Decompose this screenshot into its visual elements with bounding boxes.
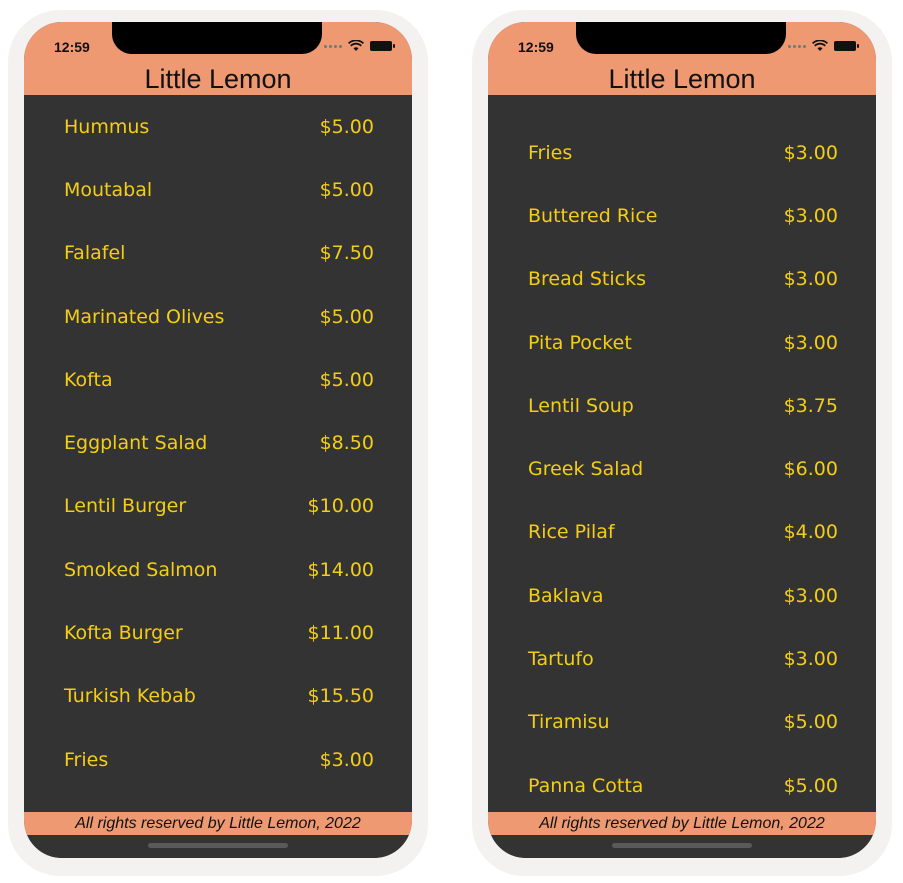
- status-time: 12:59: [518, 39, 554, 55]
- menu-item-row[interactable]: Tiramisu $5.00: [488, 691, 876, 754]
- signal-icon: [324, 44, 342, 48]
- menu-item-price: $10.00: [307, 495, 374, 518]
- menu-item-price: $14.00: [307, 558, 374, 581]
- menu-item-name: Kofta: [64, 368, 113, 391]
- device-notch: [112, 22, 322, 54]
- device-notch: [576, 22, 786, 54]
- menu-item-name: Baklava: [528, 584, 604, 607]
- app-header: 12:59 Little Lemon: [24, 22, 412, 95]
- footer: All rights reserved by Little Lemon, 202…: [488, 812, 876, 835]
- menu-item-name: Moutabal: [64, 178, 153, 201]
- menu-item-name: Eggplant Salad: [64, 432, 208, 455]
- menu-item-name: Turkish Kebab: [64, 685, 196, 708]
- home-area: [24, 835, 412, 858]
- menu-item-price: $3.00: [783, 204, 838, 227]
- menu-item-price: $5.00: [319, 115, 374, 138]
- home-indicator[interactable]: [148, 843, 288, 848]
- menu-item-row[interactable]: Rice Pilaf $4.00: [488, 501, 876, 564]
- menu-item-name: Rice Pilaf: [528, 521, 615, 544]
- menu-item-name: Tartufo: [528, 648, 594, 671]
- menu-item-row[interactable]: Turkish Kebab $15.50: [24, 665, 412, 728]
- menu-item-price: $3.00: [783, 331, 838, 354]
- menu-item-name: Kofta Burger: [64, 622, 183, 645]
- menu-item-row[interactable]: Fries $3.00: [488, 121, 876, 184]
- menu-item-name: Bread Sticks: [528, 268, 646, 291]
- menu-item-price: $3.00: [783, 584, 838, 607]
- menu-item-price: $3.00: [783, 648, 838, 671]
- menu-item-row[interactable]: Lentil Burger $10.00: [24, 475, 412, 538]
- battery-icon: [370, 41, 395, 51]
- menu-item-row[interactable]: Hummus $5.00: [24, 95, 412, 158]
- menu-item-row[interactable]: Lentil Soup $3.75: [488, 374, 876, 437]
- footer: All rights reserved by Little Lemon, 202…: [24, 812, 412, 835]
- menu-item-name: Lentil Burger: [64, 495, 187, 518]
- status-icons: [324, 40, 395, 52]
- status-icons: [788, 40, 859, 52]
- menu-item-name: Marinated Olives: [64, 305, 225, 328]
- menu-item-price: $15.50: [307, 685, 374, 708]
- menu-item-row[interactable]: Moutabal $5.00: [24, 158, 412, 221]
- app-title: Little Lemon: [608, 64, 756, 94]
- menu-item-name: Greek Salad: [528, 458, 644, 481]
- menu-item-name: Smoked Salmon: [64, 558, 218, 581]
- menu-item-row[interactable]: Greek Salad $6.00: [488, 437, 876, 500]
- menu-item-row[interactable]: Falafel $7.50: [24, 222, 412, 285]
- wifi-icon: [812, 40, 828, 51]
- menu-list[interactable]: Fries $3.00 Buttered Rice $3.00 Bread Sticks…: [488, 121, 876, 817]
- phone-frame-right: 12:59 Little Lemon Fries $3.00 Buttered Ri…: [472, 10, 892, 876]
- menu-item-name: Hummus: [64, 115, 150, 138]
- menu-item-name: Falafel: [64, 242, 126, 265]
- menu-item-price: $7.50: [319, 242, 374, 265]
- menu-item-price: $5.00: [319, 368, 374, 391]
- menu-list[interactable]: Hummus $5.00 Moutabal $5.00 Falafel $7.50 Mari…: [24, 95, 412, 791]
- app-header: 12:59 Little Lemon: [488, 22, 876, 95]
- menu-item-row[interactable]: Smoked Salmon $14.00: [24, 538, 412, 601]
- menu-item-row[interactable]: Tartufo $3.00: [488, 627, 876, 690]
- menu-item-name: Lentil Soup: [528, 394, 634, 417]
- home-area: [488, 835, 876, 858]
- menu-item-row[interactable]: Pita Pocket $3.00: [488, 311, 876, 374]
- menu-item-row[interactable]: Marinated Olives $5.00: [24, 285, 412, 348]
- menu-item-row[interactable]: Panna Cotta $5.00: [488, 754, 876, 817]
- menu-item-name: Pita Pocket: [528, 331, 632, 354]
- phone-screen-right: 12:59 Little Lemon Fries $3.00 Buttered Ri…: [488, 22, 876, 858]
- menu-item-price: $3.00: [783, 141, 838, 164]
- menu-item-row[interactable]: Kofta $5.00: [24, 348, 412, 411]
- app-title: Little Lemon: [144, 64, 292, 94]
- menu-item-name: Fries: [528, 141, 573, 164]
- wifi-icon: [348, 40, 364, 51]
- status-time: 12:59: [54, 39, 90, 55]
- menu-item-price: $11.00: [307, 622, 374, 645]
- menu-item-name: Buttered Rice: [528, 204, 658, 227]
- menu-item-price: $6.00: [783, 458, 838, 481]
- home-indicator[interactable]: [612, 843, 752, 848]
- phone-frame-left: 12:59 Little Lemon Hummus $5.00 Moutabal $5…: [8, 10, 428, 876]
- menu-item-name: Panna Cotta: [528, 774, 644, 797]
- menu-item-price: $3.75: [783, 394, 838, 417]
- menu-item-price: $3.00: [319, 748, 374, 771]
- menu-item-price: $5.00: [783, 711, 838, 734]
- menu-item-price: $5.00: [319, 305, 374, 328]
- menu-item-price: $8.50: [319, 432, 374, 455]
- menu-item-row[interactable]: Kofta Burger $11.00: [24, 601, 412, 664]
- menu-item-price: $5.00: [783, 774, 838, 797]
- menu-item-price: $4.00: [783, 521, 838, 544]
- menu-item-row[interactable]: Bread Sticks $3.00: [488, 248, 876, 311]
- menu-item-name: Tiramisu: [528, 711, 610, 734]
- menu-item-row[interactable]: Buttered Rice $3.00: [488, 184, 876, 247]
- signal-icon: [788, 44, 806, 48]
- menu-item-row[interactable]: Baklava $3.00: [488, 564, 876, 627]
- menu-item-row[interactable]: Eggplant Salad $8.50: [24, 411, 412, 474]
- menu-item-name: Fries: [64, 748, 109, 771]
- menu-item-price: $3.00: [783, 268, 838, 291]
- battery-icon: [834, 41, 859, 51]
- menu-item-row[interactable]: Fries $3.00: [24, 728, 412, 791]
- phone-screen-left: 12:59 Little Lemon Hummus $5.00 Moutabal $5…: [24, 22, 412, 858]
- menu-item-price: $5.00: [319, 178, 374, 201]
